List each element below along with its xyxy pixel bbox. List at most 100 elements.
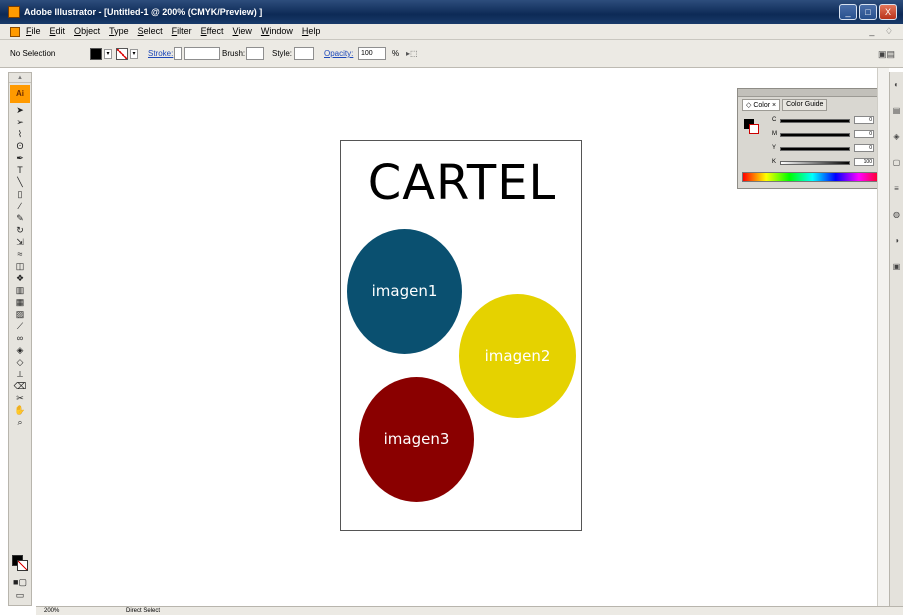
menu-file[interactable]: File — [26, 26, 41, 36]
symbol-sprayer-tool-icon[interactable]: ❖ — [9, 273, 31, 284]
free-transform-tool-icon[interactable]: ◫ — [9, 261, 31, 272]
channel-slider[interactable] — [780, 119, 850, 123]
fill-stroke-swatches[interactable] — [12, 555, 28, 571]
menu-type[interactable]: Type — [109, 26, 129, 36]
title-bar: Adobe Illustrator - [Untitled-1 @ 200% (… — [0, 0, 903, 24]
circle-imagen2[interactable]: imagen2 — [459, 294, 576, 418]
live-paint-tool-icon[interactable]: ◈ — [9, 345, 31, 356]
fill-swatch[interactable] — [90, 48, 102, 60]
menu-view[interactable]: View — [233, 26, 252, 36]
rectangle-tool-icon[interactable]: ▯ — [9, 189, 31, 200]
channel-value[interactable]: 100 — [854, 158, 874, 166]
direct-selection-tool-icon[interactable]: ➢ — [9, 117, 31, 128]
opacity-unit: % — [392, 49, 400, 58]
document-icon[interactable] — [10, 27, 20, 37]
scale-tool-icon[interactable]: ⇲ — [9, 237, 31, 248]
channel-value[interactable]: 0 — [854, 144, 874, 152]
blend-tool-icon[interactable]: ∞ — [9, 333, 31, 344]
eyedropper-tool-icon[interactable]: ⟋ — [9, 321, 31, 332]
panel-icon-2[interactable]: ▤ — [890, 98, 903, 124]
poster-title[interactable]: CARTEL — [341, 155, 583, 211]
selection-tool-icon[interactable]: ➤ — [9, 105, 31, 116]
panel-icon-6[interactable]: ◍ — [890, 202, 903, 228]
line-tool-icon[interactable]: ╲ — [9, 177, 31, 188]
close-button[interactable]: X — [879, 4, 897, 20]
panel-grip-icon[interactable]: ▲ — [9, 73, 31, 83]
channel-slider[interactable] — [780, 133, 850, 137]
panel-icon-4[interactable]: ▢ — [890, 150, 903, 176]
column-graph-tool-icon[interactable]: ▥ — [9, 285, 31, 296]
panel-icon-3[interactable]: ◈ — [890, 124, 903, 150]
channel-slider[interactable] — [780, 161, 850, 165]
document-window-controls[interactable]: _ ♢ — [869, 26, 897, 37]
zoom-level[interactable]: 200% — [44, 608, 59, 614]
circle-imagen3[interactable]: imagen3 — [359, 377, 474, 502]
channel-label: M — [772, 131, 777, 137]
lasso-tool-icon[interactable]: ʘ — [9, 141, 31, 152]
slice-tool-icon[interactable]: ⟂ — [9, 369, 31, 380]
illustrator-logo: Ai — [10, 85, 30, 103]
zoom-tool-icon[interactable]: ⌕ — [9, 417, 31, 428]
eraser-tool-icon[interactable]: ⌫ — [9, 381, 31, 392]
magic-wand-tool-icon[interactable]: ⌇ — [9, 129, 31, 140]
recolor-artwork-icon[interactable]: ▸⬚ — [406, 49, 418, 58]
status-bar: 200% Direct Select — [36, 606, 903, 615]
selection-status: No Selection — [10, 49, 56, 58]
panel-icon-7[interactable]: ◑ — [890, 228, 903, 254]
menu-select[interactable]: Select — [138, 26, 163, 36]
maximize-button[interactable]: □ — [859, 4, 877, 20]
panel-icon-1[interactable]: ◐ — [890, 72, 903, 98]
warp-tool-icon[interactable]: ≈ — [9, 249, 31, 260]
menu-bar: File Edit Object Type Select Filter Effe… — [0, 24, 903, 40]
menu-help[interactable]: Help — [302, 26, 321, 36]
style-dropdown[interactable] — [294, 47, 314, 60]
paintbrush-tool-icon[interactable]: ∕ — [9, 201, 31, 212]
stroke-color-swatch[interactable] — [17, 560, 28, 571]
channel-slider[interactable] — [780, 147, 850, 151]
scissors-tool-icon[interactable]: ✂ — [9, 393, 31, 404]
right-panel-dock: ◐ ▤ ◈ ▢ ≡ ◍ ◑ ▣ — [889, 72, 903, 606]
vertical-scrollbar[interactable] — [877, 68, 889, 608]
pen-tool-icon[interactable]: ✒ — [9, 153, 31, 164]
tab-color[interactable]: ◇ Color × — [742, 99, 781, 111]
rotate-tool-icon[interactable]: ↻ — [9, 225, 31, 236]
screen-mode-icon[interactable]: ▭ — [9, 590, 31, 601]
panel-title-bar[interactable] — [738, 89, 887, 97]
hand-tool-icon[interactable]: ✋ — [9, 405, 31, 416]
gradient-tool-icon[interactable]: ▨ — [9, 309, 31, 320]
circle-imagen1[interactable]: imagen1 — [347, 229, 462, 354]
artboard[interactable]: CARTEL imagen1 imagen2 imagen3 — [340, 140, 582, 531]
live-paint-selection-tool-icon[interactable]: ◇ — [9, 357, 31, 368]
stroke-weight-stepper[interactable] — [174, 47, 182, 60]
channel-value[interactable]: 0 — [854, 116, 874, 124]
stroke-label[interactable]: Stroke: — [148, 49, 173, 58]
mesh-tool-icon[interactable]: ▦ — [9, 297, 31, 308]
opacity-label[interactable]: Opacity: — [324, 49, 353, 58]
channel-row-y: Y 0 % — [772, 144, 884, 153]
channel-label: C — [772, 117, 777, 123]
stroke-weight-field[interactable] — [184, 47, 220, 60]
channel-value[interactable]: 0 — [854, 130, 874, 138]
panel-options-icon[interactable]: ▣▤ — [878, 49, 895, 60]
minimize-button[interactable]: _ — [839, 4, 857, 20]
panel-icon-5[interactable]: ≡ — [890, 176, 903, 202]
opacity-field[interactable]: 100 — [358, 47, 386, 60]
panel-fill-stroke-icon[interactable] — [744, 119, 759, 134]
status-mode[interactable]: Direct Select — [126, 608, 160, 614]
menu-window[interactable]: Window — [261, 26, 293, 36]
menu-filter[interactable]: Filter — [172, 26, 192, 36]
fill-dropdown-icon[interactable]: ▾ — [104, 49, 112, 59]
brush-dropdown[interactable] — [246, 47, 264, 60]
menu-edit[interactable]: Edit — [50, 26, 66, 36]
type-tool-icon[interactable]: T — [9, 165, 31, 176]
menu-effect[interactable]: Effect — [201, 26, 224, 36]
pencil-tool-icon[interactable]: ✎ — [9, 213, 31, 224]
channel-row-c: C 0 % — [772, 116, 884, 125]
color-spectrum-bar[interactable] — [742, 172, 883, 182]
stroke-swatch[interactable] — [116, 48, 128, 60]
stroke-dropdown-icon[interactable]: ▾ — [130, 49, 138, 59]
panel-icon-8[interactable]: ▣ — [890, 254, 903, 280]
tab-color-guide[interactable]: Color Guide — [782, 99, 828, 111]
color-mode-icon[interactable]: ■▢ — [9, 577, 31, 588]
menu-object[interactable]: Object — [74, 26, 100, 36]
